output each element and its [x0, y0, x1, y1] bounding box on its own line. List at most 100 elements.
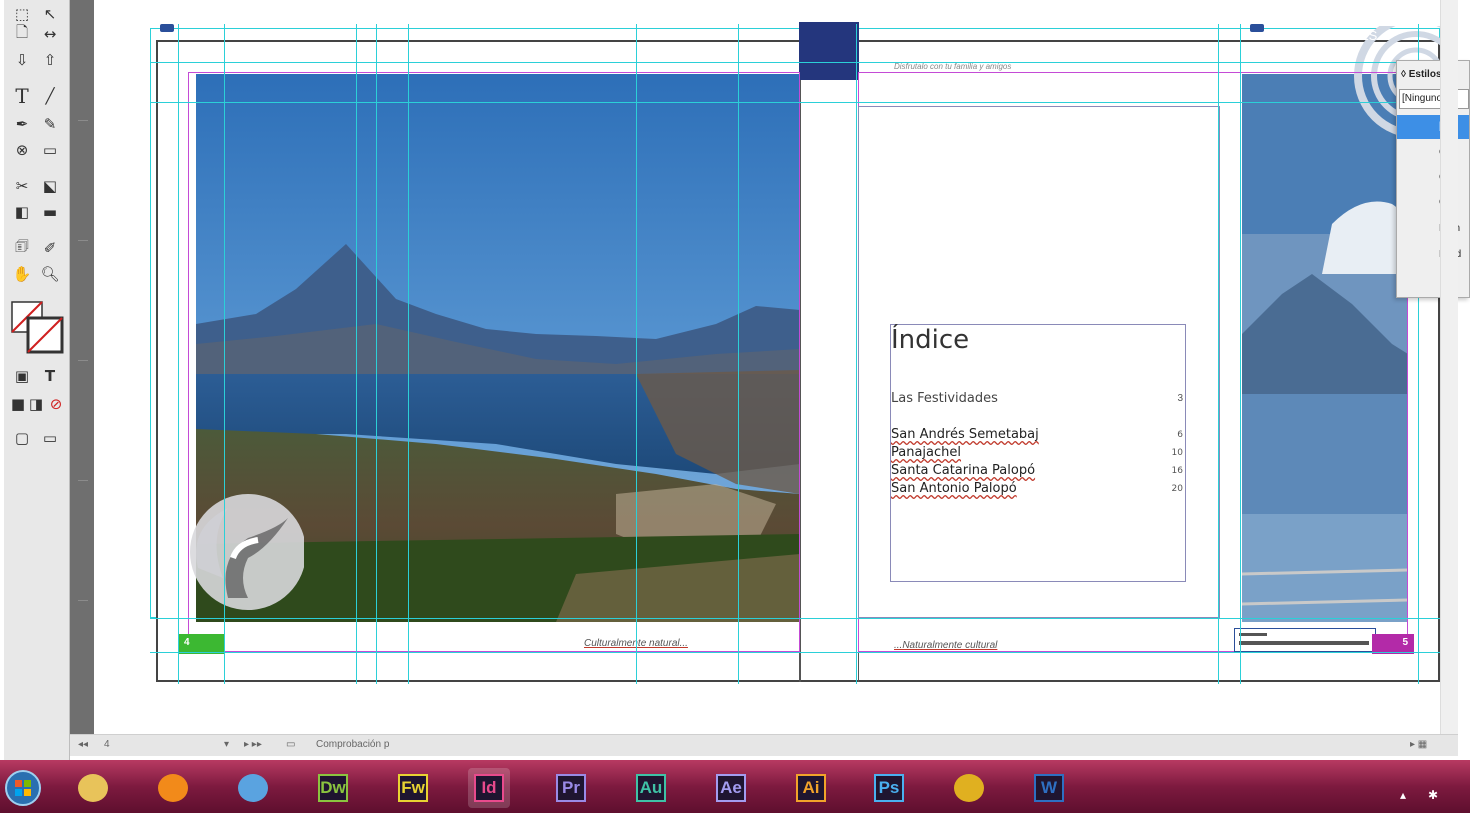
- index-entry-name: Santa Catarina Palopó: [891, 463, 1036, 478]
- pen-tool-icon[interactable]: ✒: [10, 112, 34, 136]
- chrome-label: [954, 774, 984, 802]
- fireworks-icon[interactable]: Fw: [392, 768, 434, 808]
- normal-view-icon[interactable]: ▢: [10, 426, 34, 450]
- tools-panel: ⬚ ↖ 🗋 ↔ ⇩ ⇧ T ╱ ✒ ✎ ⊗ ▭ ✂ ⬕ ◧ ▬ 🗊 ✐ ✋ 🔍︎…: [4, 0, 70, 760]
- footer-bar-frame[interactable]: [1234, 628, 1376, 652]
- hand-tool-icon[interactable]: ✋: [10, 262, 34, 286]
- zoom-tool-icon[interactable]: 🔍︎: [38, 262, 62, 286]
- premiere-label: Pr: [556, 774, 586, 802]
- first-page-icon[interactable]: ◂◂: [78, 739, 88, 750]
- formatting-text-icon[interactable]: T: [38, 364, 62, 388]
- language-indicator[interactable]: ES: [1360, 28, 1377, 43]
- index-section-page: 3: [1177, 393, 1183, 404]
- index-section-label: Las Festividades: [891, 391, 998, 406]
- word-icon[interactable]: W: [1028, 768, 1070, 808]
- index-entry-name: San Andrés Semetabaj: [891, 427, 1039, 442]
- show-hidden-icons-icon[interactable]: ▴: [1400, 788, 1406, 802]
- index-entry-page: 10: [1171, 448, 1183, 458]
- page-dropdown-icon[interactable]: ▾: [224, 739, 229, 750]
- bluetooth-icon[interactable]: ✱: [1428, 788, 1438, 802]
- dreamweaver-icon[interactable]: Dw: [312, 768, 354, 808]
- audition-label: Au: [636, 774, 666, 802]
- explorer-label: [78, 774, 108, 802]
- itunes-icon[interactable]: [232, 768, 274, 808]
- preview-mode-icon[interactable]: ▭: [38, 426, 62, 450]
- vertical-ruler: [70, 0, 94, 740]
- free-transform-tool-icon[interactable]: ⬕: [38, 174, 62, 198]
- line-tool-icon[interactable]: ╱: [38, 84, 62, 108]
- explorer-icon[interactable]: [72, 768, 114, 808]
- photoshop-label: Ps: [874, 774, 904, 802]
- index-entry-name: San Antonio Palopó: [891, 481, 1017, 496]
- eyedropper-tool-icon[interactable]: ✐: [38, 236, 62, 260]
- apply-none-icon[interactable]: ⊘: [44, 392, 68, 416]
- indesign-window: ⬚ ↖ 🗋 ↔ ⇩ ⇧ T ╱ ✒ ✎ ⊗ ▭ ✂ ⬕ ◧ ▬ 🗊 ✐ ✋ 🔍︎…: [0, 0, 1470, 813]
- index-entry-page: 20: [1171, 484, 1183, 494]
- illustrator-icon[interactable]: Ai: [790, 768, 832, 808]
- index-entry: Panajachel 10: [891, 445, 1185, 463]
- index-entry-name: Panajachel: [891, 445, 962, 460]
- status-bar: ◂◂ 4 ▾ ▸ ▸▸ ▭ Comprobación p ▸ ▦: [70, 734, 1458, 756]
- premiere-icon[interactable]: Pr: [550, 768, 592, 808]
- gradient-swatch-tool-icon[interactable]: ◧: [10, 200, 34, 224]
- view-options-icon[interactable]: ▸ ▦: [1410, 739, 1427, 750]
- fireworks-label: Fw: [398, 774, 428, 802]
- start-button[interactable]: [2, 768, 44, 808]
- formatting-container-icon[interactable]: ▣: [10, 364, 34, 388]
- index-entry-page: 6: [1177, 430, 1183, 440]
- gradient-feather-tool-icon[interactable]: ▬: [38, 200, 62, 224]
- content-placer-icon[interactable]: ⇧: [38, 48, 62, 72]
- media-player-label: [158, 774, 188, 802]
- dreamweaver-label: Dw: [318, 774, 348, 802]
- spine-strip: [799, 22, 859, 682]
- fill-stroke-swatch-icon[interactable]: [10, 300, 66, 356]
- chrome-icon[interactable]: [948, 768, 990, 808]
- gap-tool-icon[interactable]: ↔: [38, 22, 62, 46]
- media-player-icon[interactable]: [152, 768, 194, 808]
- frame-handle-left[interactable]: [160, 24, 174, 32]
- illustrator-label: Ai: [796, 774, 826, 802]
- pencil-tool-icon[interactable]: ✎: [38, 112, 62, 136]
- note-tool-icon[interactable]: 🗊: [10, 236, 34, 260]
- index-entry: San Andrés Semetabaj 6: [891, 427, 1185, 445]
- indesign-label: Id: [474, 774, 504, 802]
- spine-color-tab[interactable]: [799, 22, 859, 80]
- style-option[interactable]: Cap: [1397, 166, 1469, 190]
- index-content-box[interactable]: Índice Las Festividades 3 San Andrés Sem…: [890, 324, 1186, 582]
- content-collector-icon[interactable]: ⇩: [10, 48, 34, 72]
- paragraph-styles-panel[interactable]: ◊ Estilos d [Ninguno] [Ni Cap Cap Cap Nu…: [1396, 60, 1470, 298]
- vertical-scrollbar[interactable]: [1440, 0, 1458, 740]
- index-title: Índice: [891, 325, 970, 355]
- photoshop-icon[interactable]: Ps: [868, 768, 910, 808]
- style-option[interactable]: Cap: [1397, 141, 1469, 165]
- itunes-label: [238, 774, 268, 802]
- page-tool-icon[interactable]: 🗋: [10, 22, 34, 46]
- after-effects-icon[interactable]: Ae: [710, 768, 752, 808]
- rectangle-tool-icon[interactable]: ▭: [38, 138, 62, 162]
- current-style-field[interactable]: [Ninguno]: [1399, 89, 1469, 109]
- index-entry: Santa Catarina Palopó 16: [891, 463, 1185, 481]
- scissors-tool-icon[interactable]: ✂: [10, 174, 34, 198]
- after-effects-label: Ae: [716, 774, 746, 802]
- right-footer-text[interactable]: ...Naturalmente cultural: [894, 640, 997, 651]
- style-option[interactable]: Lead: [1397, 243, 1469, 267]
- windows-taskbar: Dw Fw Id Pr Au Ae Ai Ps W: [0, 760, 1470, 813]
- type-tool-icon[interactable]: T: [10, 84, 34, 108]
- rectangle-frame-tool-icon[interactable]: ⊗: [10, 138, 34, 162]
- style-option[interactable]: [Ni: [1397, 115, 1469, 139]
- style-option[interactable]: Cap: [1397, 191, 1469, 215]
- frame-handle-right[interactable]: [1250, 24, 1264, 32]
- page-spread[interactable]: Disfrutalo con tu familia y amigos Índic…: [150, 22, 1450, 684]
- left-page-number[interactable]: 4: [178, 634, 224, 654]
- page-number-field[interactable]: 4: [104, 739, 110, 750]
- open-page-icon[interactable]: ▭: [286, 739, 295, 750]
- style-option[interactable]: Num: [1397, 217, 1469, 241]
- index-entry: San Antonio Palopó 20: [891, 481, 1185, 499]
- next-page-icon[interactable]: ▸ ▸▸: [244, 739, 262, 750]
- preflight-status[interactable]: Comprobación p: [316, 739, 389, 750]
- right-page-number[interactable]: 5: [1372, 634, 1414, 654]
- margin-guide-left: [188, 72, 800, 652]
- audition-icon[interactable]: Au: [630, 768, 672, 808]
- running-header[interactable]: Disfrutalo con tu familia y amigos: [894, 62, 1011, 71]
- indesign-icon[interactable]: Id: [468, 768, 510, 808]
